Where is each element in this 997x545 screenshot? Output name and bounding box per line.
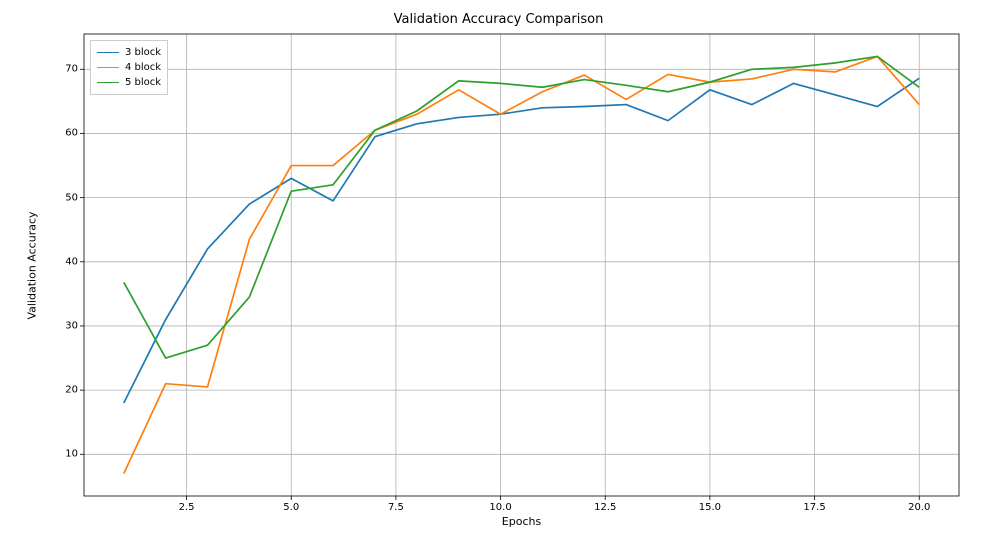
- legend-item-1: 4 block: [97, 60, 161, 75]
- y-tick-label: 30: [58, 320, 78, 331]
- chart-title: Validation Accuracy Comparison: [0, 12, 997, 27]
- legend-swatch-1: [97, 67, 119, 68]
- x-tick-label: 7.5: [388, 502, 404, 513]
- plot-svg: [84, 34, 959, 496]
- legend-swatch-0: [97, 52, 119, 53]
- x-axis-label: Epochs: [84, 515, 959, 528]
- y-tick-label: 10: [58, 449, 78, 460]
- y-tick-label: 50: [58, 192, 78, 203]
- legend-item-2: 5 block: [97, 75, 161, 90]
- legend: 3 block 4 block 5 block: [90, 40, 168, 95]
- series-line-1: [124, 56, 919, 473]
- x-tick-label: 20.0: [908, 502, 930, 513]
- x-tick-label: 12.5: [594, 502, 616, 513]
- y-tick-label: 60: [58, 128, 78, 139]
- legend-label-2: 5 block: [125, 77, 161, 88]
- y-tick-label: 20: [58, 385, 78, 396]
- legend-item-0: 3 block: [97, 45, 161, 60]
- x-tick-label: 5.0: [283, 502, 299, 513]
- legend-swatch-2: [97, 82, 119, 83]
- axes: 2.55.07.510.012.515.017.520.0 1020304050…: [84, 34, 959, 496]
- series-line-0: [124, 78, 919, 403]
- legend-label-1: 4 block: [125, 62, 161, 73]
- x-tick-label: 10.0: [489, 502, 511, 513]
- y-axis-label: Validation Accuracy: [26, 211, 39, 319]
- y-tick-label: 40: [58, 256, 78, 267]
- x-tick-label: 15.0: [699, 502, 721, 513]
- y-axis-label-wrap: Validation Accuracy: [22, 34, 42, 496]
- series-line-2: [124, 56, 919, 358]
- x-tick-label: 17.5: [803, 502, 825, 513]
- y-tick-label: 70: [58, 64, 78, 75]
- x-tick-label: 2.5: [179, 502, 195, 513]
- legend-label-0: 3 block: [125, 47, 161, 58]
- figure: Validation Accuracy Comparison 2.55.07.5…: [0, 0, 997, 545]
